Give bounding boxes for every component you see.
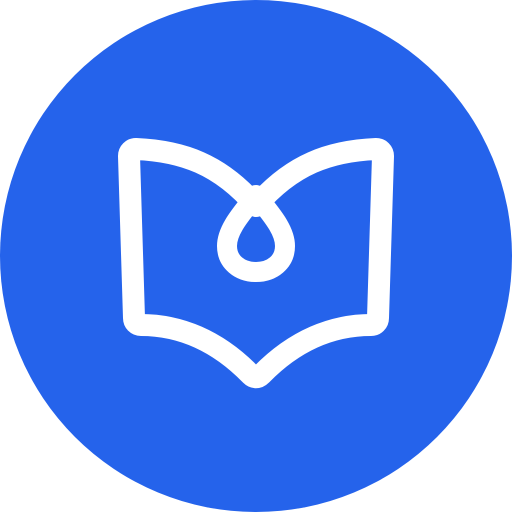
- book-drop-icon: [0, 0, 512, 512]
- icon-background-circle: [0, 0, 512, 512]
- app-icon: [0, 0, 512, 512]
